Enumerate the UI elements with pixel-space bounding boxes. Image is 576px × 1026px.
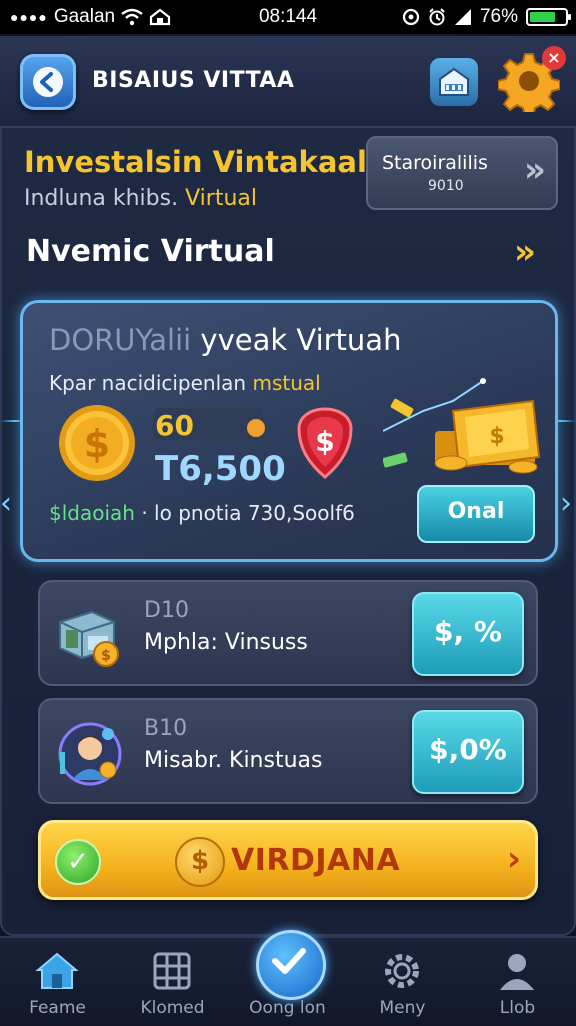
- app-title: BISAIUS VITTAA: [92, 68, 295, 93]
- list-item[interactable]: B10 Misabr. Kinstuas $,0%: [38, 698, 538, 804]
- nav-item-menu[interactable]: Meny: [345, 938, 460, 1026]
- store-button[interactable]: [430, 58, 478, 106]
- featured-card-title-main: yveak Virtuah: [200, 323, 402, 357]
- home-icon: [35, 952, 79, 989]
- status-bar: ●●●● Gaalan 08:144 76%: [0, 0, 576, 34]
- svg-text:$: $: [489, 424, 504, 449]
- nav-label: Meny: [379, 998, 426, 1018]
- subheadline: Indluna khibs. Virtual: [24, 186, 257, 211]
- featured-card-footer-rest: · lo pnotia 730,Soolf6: [141, 501, 355, 525]
- right-arrow-icon[interactable]: ›: [560, 486, 572, 521]
- subheadline-prefix: Indluna khibs.: [24, 186, 179, 211]
- nav-item-home[interactable]: Feame: [0, 938, 115, 1026]
- status-right: 76%: [402, 6, 571, 28]
- svg-text:$: $: [315, 425, 334, 458]
- nav-label: Klomed: [140, 998, 205, 1018]
- list-item[interactable]: $ D10 Mphla: Vinsuss $, %: [38, 580, 538, 686]
- featured-card-footer-highlight: $ldaoiah: [49, 501, 135, 525]
- back-arrow-icon: [33, 67, 63, 97]
- featured-card-subtitle: Kpar nacidicipenlan mstual: [49, 371, 321, 395]
- double-chevron-right-icon: »: [524, 150, 546, 190]
- svg-text:$: $: [84, 422, 110, 466]
- gear-icon: [385, 954, 419, 988]
- cash-box-icon: $: [59, 610, 119, 667]
- list-item-button[interactable]: $,0%: [412, 710, 524, 794]
- nav-item-klomed[interactable]: Klomed: [115, 938, 230, 1026]
- featured-card-title: DORUYalii yveak Virtuah: [49, 323, 401, 357]
- check-icon: ✓: [55, 839, 101, 885]
- dollar-shield-icon: $: [297, 407, 353, 479]
- section-title: Nvemic Virtual: [26, 234, 275, 269]
- nav-label: Oong lon: [249, 998, 326, 1018]
- close-badge[interactable]: ×: [542, 46, 566, 70]
- svg-text:$: $: [101, 648, 111, 664]
- featured-card-title-prefix: DORUYalii: [49, 323, 192, 357]
- orange-dot-icon: [247, 419, 265, 437]
- user-icon: [500, 954, 534, 990]
- gold-bars-icon: $: [383, 378, 541, 474]
- nav-center-button[interactable]: [256, 930, 326, 1000]
- nav-label: Feame: [29, 998, 86, 1018]
- alarm-icon: [402, 8, 420, 26]
- list-item-name: Mphla: Vinsuss: [144, 630, 308, 655]
- battery-fill: [530, 12, 555, 22]
- subheadline-highlight: Virtual: [185, 186, 257, 211]
- battery-icon: [526, 8, 571, 26]
- grid-icon: [153, 952, 191, 990]
- cta-label: VIRDJANA: [231, 843, 401, 878]
- stats-button-value: 9010: [428, 178, 464, 194]
- nav-label: Llob: [499, 998, 536, 1018]
- battery-percent: 76%: [479, 6, 518, 27]
- list-item-name: Misabr. Kinstuas: [144, 748, 323, 773]
- settings-button[interactable]: ×: [497, 46, 566, 117]
- featured-card-subtitle-highlight: mstual: [252, 371, 321, 395]
- list-item-code: B10: [144, 716, 188, 741]
- stats-button[interactable]: Staroiralilis 9010 »: [366, 136, 558, 210]
- section-chevron-icon[interactable]: »: [514, 232, 536, 272]
- featured-card-subtitle-prefix: Kpar nacidicipenlan: [49, 371, 247, 395]
- coin-icon: $: [175, 837, 225, 887]
- stats-button-label: Staroiralilis: [382, 152, 488, 174]
- nav-item-profile[interactable]: Llob: [460, 938, 575, 1026]
- dollar-coin-icon: $: [59, 405, 135, 481]
- list-item-button[interactable]: $, %: [412, 592, 524, 676]
- featured-action-button[interactable]: Onal: [417, 485, 535, 543]
- store-icon: [439, 67, 469, 96]
- headline: Investalsin Vintakaal: [24, 145, 367, 179]
- back-button[interactable]: [20, 54, 76, 110]
- featured-value-small: 60: [155, 409, 194, 442]
- avatar-investor-icon: [58, 722, 122, 786]
- featured-card-footer: $ldaoiah · lo pnotia 730,Soolf6: [49, 501, 355, 525]
- featured-value-big: T6,500: [155, 449, 286, 489]
- cell-signal-icon: [454, 9, 471, 25]
- clock-icon: [429, 8, 445, 26]
- cta-button[interactable]: ✓ $ VIRDJANA ›: [38, 820, 538, 900]
- app-header: BISAIUS VITTAA ×: [0, 36, 576, 128]
- list-item-code: D10: [144, 598, 189, 623]
- featured-card[interactable]: DORUYalii yveak Virtuah Kpar nacidicipen…: [20, 300, 558, 562]
- check-circle-icon: [272, 948, 306, 974]
- left-arrow-icon[interactable]: ‹: [0, 486, 12, 521]
- chevron-right-icon: ›: [506, 839, 521, 879]
